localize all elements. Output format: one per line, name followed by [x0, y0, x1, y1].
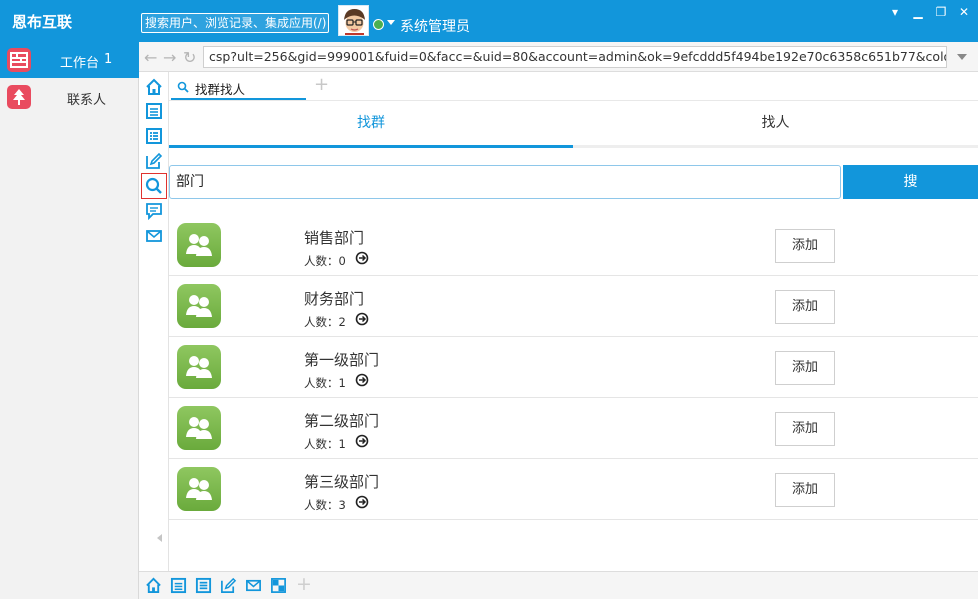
bottom-toolbar: +	[139, 571, 978, 599]
member-count: 人数：2	[304, 315, 346, 329]
sidebar-item-contacts[interactable]: 联系人	[0, 79, 139, 115]
group-icon	[177, 284, 221, 328]
sidebar-item-workbench[interactable]: 工作台 1	[0, 42, 139, 78]
tab-find-people[interactable]: 找人	[573, 101, 978, 148]
navigation-bar: ← → ↻ csp?ult=256&gid=999001&fuid=0&facc…	[139, 42, 978, 72]
home-icon[interactable]	[145, 577, 162, 594]
arrow-right-circle-icon[interactable]	[355, 495, 369, 509]
url-bar[interactable]: csp?ult=256&gid=999001&fuid=0&facc=&uid=…	[203, 46, 947, 68]
list-item: 销售部门 人数：0 添加	[169, 215, 978, 276]
member-count: 人数：0	[304, 254, 346, 268]
forward-icon[interactable]: →	[163, 48, 176, 67]
list-icon[interactable]	[195, 577, 212, 594]
search-icon[interactable]	[141, 173, 167, 199]
global-search-input[interactable]: 搜索用户、浏览记录、集成应用(/)	[141, 13, 329, 33]
sidebar: 工作台 1 联系人	[0, 42, 139, 599]
function-icon-strip	[139, 72, 169, 572]
home-icon[interactable]	[145, 78, 163, 96]
url-dropdown-icon[interactable]	[957, 54, 967, 60]
minimize-button[interactable]: ▁	[908, 3, 928, 21]
tab-bar: 找群找人 +	[169, 72, 978, 101]
tab-find-group[interactable]: 找群找人	[171, 74, 306, 100]
edit-icon[interactable]	[220, 577, 237, 594]
avatar[interactable]	[338, 5, 369, 36]
add-button[interactable]: 添加	[775, 473, 835, 507]
member-count: 人数：1	[304, 437, 346, 451]
close-button[interactable]: ✕	[954, 3, 974, 21]
search-button[interactable]: 搜	[843, 165, 978, 199]
add-button[interactable]: 添加	[775, 351, 835, 385]
mail-icon[interactable]	[145, 227, 163, 245]
back-icon[interactable]: ←	[144, 48, 157, 67]
add-tab-icon[interactable]: +	[314, 74, 329, 95]
member-count: 人数：3	[304, 498, 346, 512]
document-icon[interactable]	[170, 577, 187, 594]
group-search-input[interactable]: 部门	[169, 165, 841, 199]
collapse-arrow-icon[interactable]	[157, 534, 162, 542]
edit-icon[interactable]	[145, 152, 163, 170]
list-item: 第一级部门 人数：1 添加	[169, 337, 978, 398]
unread-count: 1	[104, 52, 113, 67]
group-name: 第三级部门	[304, 473, 380, 491]
chat-icon[interactable]	[145, 202, 163, 220]
workbench-icon	[7, 48, 31, 72]
group-icon	[177, 223, 221, 267]
arrow-right-circle-icon[interactable]	[355, 373, 369, 387]
list-item: 第二级部门 人数：1 添加	[169, 398, 978, 459]
group-name: 第一级部门	[304, 351, 380, 369]
online-status-icon[interactable]	[373, 19, 384, 30]
tiles-icon[interactable]	[270, 577, 287, 594]
sidebar-item-label: 联系人	[67, 93, 107, 108]
arrow-right-circle-icon[interactable]	[355, 434, 369, 448]
restore-button[interactable]: ❐	[931, 3, 951, 21]
group-name: 销售部门	[304, 229, 365, 247]
group-icon	[177, 406, 221, 450]
title-bar: 恩布互联 搜索用户、浏览记录、集成应用(/) 系统管理员 ▾ ▁ ❐ ✕	[0, 0, 978, 42]
chevron-down-icon[interactable]	[387, 20, 395, 25]
contacts-tree-icon	[7, 85, 31, 109]
sidebar-item-label: 工作台	[60, 56, 100, 71]
list-item: 财务部门 人数：2 添加	[169, 276, 978, 337]
add-button[interactable]: 添加	[775, 412, 835, 446]
list-icon[interactable]	[145, 127, 163, 145]
add-button[interactable]: 添加	[775, 229, 835, 263]
document-icon[interactable]	[145, 102, 163, 120]
refresh-icon[interactable]: ↻	[183, 48, 196, 67]
arrow-right-circle-icon[interactable]	[355, 251, 369, 265]
group-icon	[177, 467, 221, 511]
group-name: 第二级部门	[304, 412, 380, 430]
app-title: 恩布互联	[12, 13, 73, 31]
group-icon	[177, 345, 221, 389]
group-name: 财务部门	[304, 290, 365, 308]
user-name[interactable]: 系统管理员	[400, 16, 470, 36]
member-count: 人数：1	[304, 376, 346, 390]
mail-icon[interactable]	[245, 577, 262, 594]
menu-caret-button[interactable]: ▾	[885, 3, 905, 21]
list-item: 第三级部门 人数：3 添加	[169, 459, 978, 520]
tab-label: 找群找人	[195, 82, 246, 97]
tab-find-groups[interactable]: 找群	[169, 101, 573, 148]
add-button[interactable]: 添加	[775, 290, 835, 324]
add-icon[interactable]: +	[296, 573, 312, 595]
search-icon	[177, 81, 189, 93]
arrow-right-circle-icon[interactable]	[355, 312, 369, 326]
